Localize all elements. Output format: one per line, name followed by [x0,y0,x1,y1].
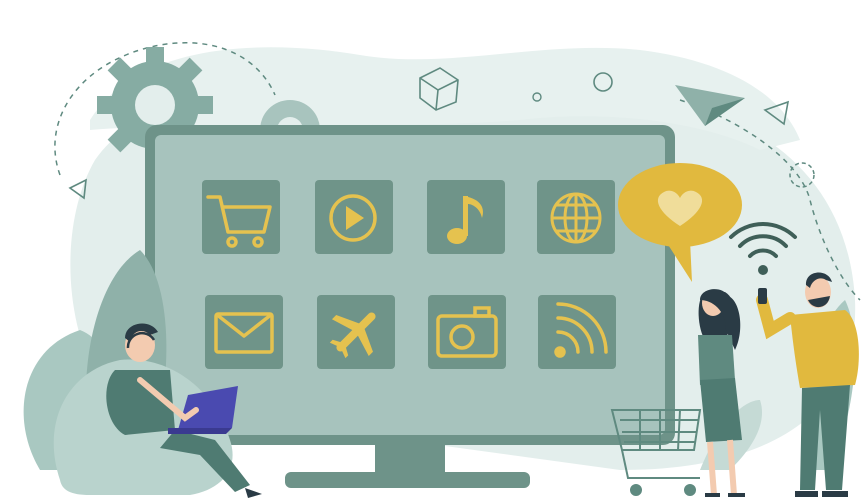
app-tile-play[interactable] [315,180,393,254]
app-tile-globe[interactable] [537,180,615,254]
illustration-scene [0,0,867,500]
app-tile-airplane[interactable] [317,295,395,369]
illustration-svg [23,42,861,498]
app-tile-rss[interactable] [538,295,616,369]
app-tile-mail[interactable] [205,295,283,369]
app-tile-cart[interactable] [202,180,280,254]
app-tile-music[interactable] [427,180,505,254]
app-tile-camera[interactable] [428,295,506,369]
phone-icon [758,288,767,304]
globe-icon [550,192,602,244]
